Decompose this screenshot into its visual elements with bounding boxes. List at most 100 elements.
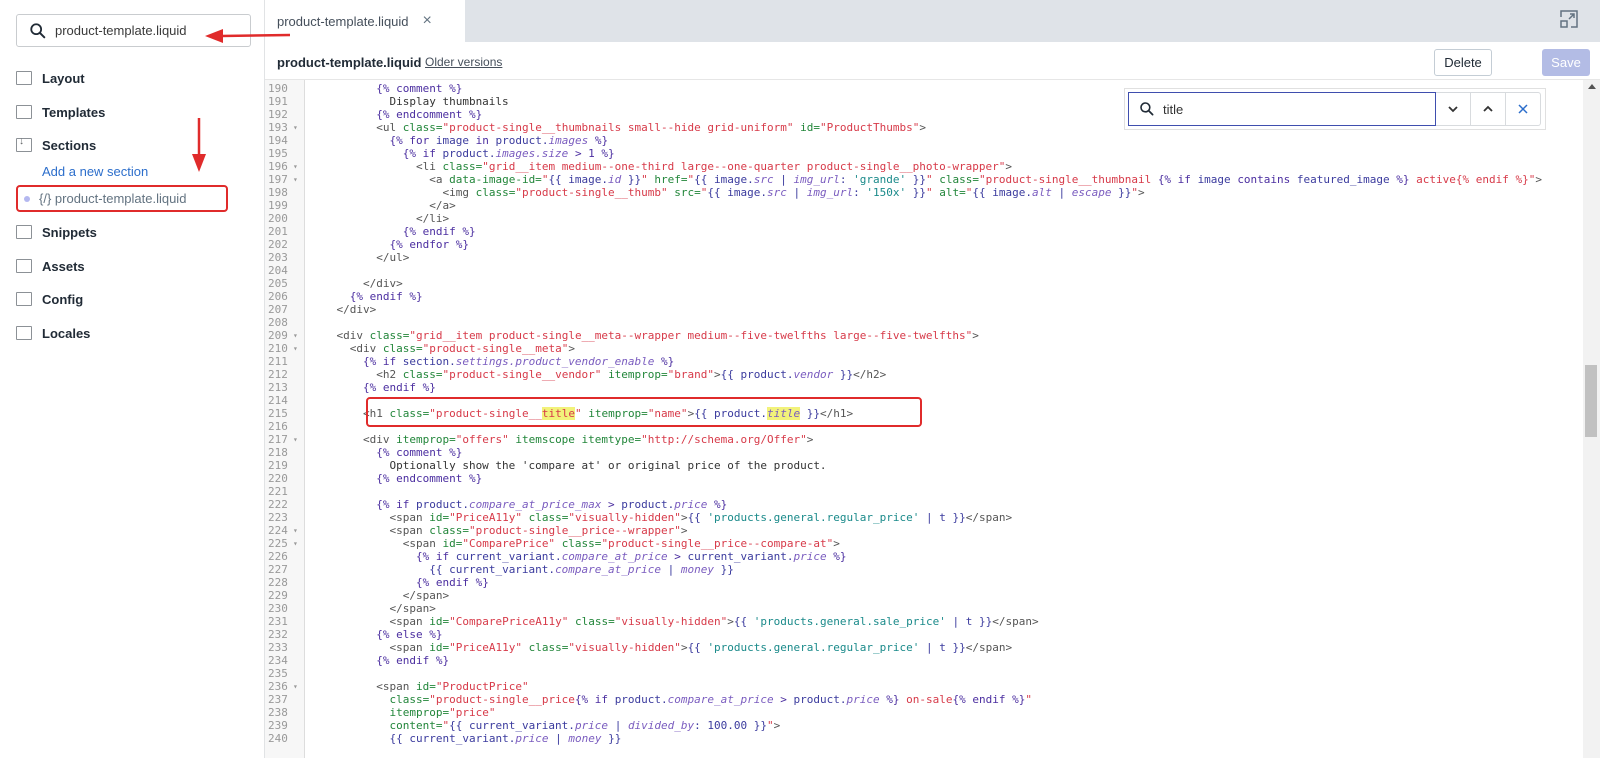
code-line[interactable]: 205 </div> <box>265 277 1583 290</box>
fullscreen-icon[interactable] <box>1560 10 1578 28</box>
delete-button[interactable]: Delete <box>1434 49 1492 76</box>
code-text: {% endcomment %} <box>376 472 483 485</box>
code-line[interactable]: 212 <h2 class="product-single__vendor" i… <box>265 368 1583 381</box>
scrollbar-thumb[interactable] <box>1585 365 1597 437</box>
code-text: {% endif %} <box>402 225 476 238</box>
fold-toggle-icon[interactable]: ▾ <box>293 433 298 446</box>
code-line[interactable]: 199 </a> <box>265 199 1583 212</box>
line-number: 240 <box>268 732 288 745</box>
code-line[interactable]: 222 {% if product.compare_at_price_max >… <box>265 498 1583 511</box>
code-line[interactable]: 228 {% endif %} <box>265 576 1583 589</box>
code-line[interactable]: 229 </span> <box>265 589 1583 602</box>
code-text: <h2 class="product-single__vendor" itemp… <box>376 368 887 381</box>
find-previous-button[interactable] <box>1471 92 1506 126</box>
folder-templates[interactable]: Templates <box>16 102 105 122</box>
file-search-input[interactable] <box>55 23 225 38</box>
folder-label: Locales <box>42 325 91 341</box>
fold-toggle-icon[interactable]: ▾ <box>293 680 298 693</box>
folder-locales[interactable]: Locales <box>16 323 90 343</box>
code-line[interactable]: 198 <img class="product-single__thumb" s… <box>265 186 1583 199</box>
code-line[interactable]: 233 <span id="PriceA11y" class="visually… <box>265 641 1583 654</box>
code-line[interactable]: 213 {% endif %} <box>265 381 1583 394</box>
code-line[interactable]: 230 </span> <box>265 602 1583 615</box>
find-close-button[interactable] <box>1506 92 1541 126</box>
code-line[interactable]: 195 {% if product.images.size > 1 %} <box>265 147 1583 160</box>
line-number: 190 <box>268 82 288 95</box>
line-number: 228 <box>268 576 288 589</box>
code-line[interactable]: 235 <box>265 667 1583 680</box>
folder-label: Layout <box>42 70 85 86</box>
code-line[interactable]: 208 <box>265 316 1583 329</box>
code-line[interactable]: 209 ▾ <div class="grid__item product-sing… <box>265 329 1583 342</box>
modified-dot-icon <box>24 195 30 202</box>
older-versions-link[interactable]: Older versions <box>425 55 502 69</box>
code-line[interactable]: 207 </div> <box>265 303 1583 316</box>
code-line[interactable]: 200 </li> <box>265 212 1583 225</box>
code-text: <span id="ProductPrice" <box>376 680 529 693</box>
fold-toggle-icon[interactable]: ▾ <box>293 524 298 537</box>
line-number: 213 <box>268 381 288 394</box>
code-line[interactable]: 206 {% endif %} <box>265 290 1583 303</box>
code-line[interactable]: 221 <box>265 485 1583 498</box>
fold-toggle-icon[interactable]: ▾ <box>293 160 298 173</box>
fold-toggle-icon[interactable]: ▾ <box>293 121 298 134</box>
folder-label: Snippets <box>42 224 97 240</box>
line-number: 220 <box>268 472 288 485</box>
code-line[interactable]: 194 {% for image in product.images %} <box>265 134 1583 147</box>
find-next-button[interactable] <box>1436 92 1471 126</box>
code-line[interactable]: 238 itemprop="price" <box>265 706 1583 719</box>
code-text: {{ current_variant.compare_at_price | mo… <box>429 563 734 576</box>
code-text: {% if current_variant.compare_at_price >… <box>415 550 847 563</box>
line-number: 210 <box>268 342 288 355</box>
save-button[interactable]: Save <box>1542 49 1590 76</box>
code-line[interactable]: 232 {% else %} <box>265 628 1583 641</box>
code-text: content="{{ current_variant.price | divi… <box>389 719 781 732</box>
line-number: 219 <box>268 459 288 472</box>
code-line[interactable]: 224 ▾ <span class="product-single__price-… <box>265 524 1583 537</box>
line-number: 205 <box>268 277 288 290</box>
folder-snippets[interactable]: Snippets <box>16 222 97 242</box>
fold-toggle-icon[interactable]: ▾ <box>293 342 298 355</box>
code-line[interactable]: 237 class="product-single__price{% if pr… <box>265 693 1583 706</box>
folder-layout[interactable]: Layout <box>16 68 85 88</box>
find-input-box[interactable] <box>1128 92 1436 126</box>
file-item-product-template[interactable]: {/} product-template.liquid <box>16 185 228 212</box>
fold-toggle-icon[interactable]: ▾ <box>293 173 298 186</box>
fold-toggle-icon[interactable]: ▾ <box>293 537 298 550</box>
code-line[interactable]: 197 ▾ <a data-image-id="{{ image.id }}" h… <box>265 173 1583 186</box>
code-line[interactable]: 219 Optionally show the 'compare at' or … <box>265 459 1583 472</box>
code-line[interactable]: 204 <box>265 264 1583 277</box>
add-new-section-link[interactable]: Add a new section <box>42 164 148 179</box>
scroll-up-arrow-icon[interactable] <box>1588 84 1596 89</box>
folder-sections[interactable]: Sections <box>16 135 96 155</box>
close-icon[interactable]: × <box>423 12 432 30</box>
tab-product-template[interactable]: product-template.liquid × <box>265 0 465 42</box>
folder-assets[interactable]: Assets <box>16 256 85 276</box>
code-text: <span id="ComparePriceA11y" class="visua… <box>389 615 1039 628</box>
code-line[interactable]: 217 ▾ <div itemprop="offers" itemscope it… <box>265 433 1583 446</box>
code-line[interactable]: 236 ▾ <span id="ProductPrice" <box>265 680 1583 693</box>
code-line[interactable]: 203 </ul> <box>265 251 1583 264</box>
code-line[interactable]: 227 {{ current_variant.compare_at_price … <box>265 563 1583 576</box>
code-line[interactable]: 223 <span id="PriceA11y" class="visually… <box>265 511 1583 524</box>
code-line[interactable]: 211 {% if section.settings.product_vendo… <box>265 355 1583 368</box>
folder-label: Assets <box>42 258 85 274</box>
vertical-scrollbar[interactable] <box>1583 80 1600 758</box>
line-number: 209 <box>268 329 288 342</box>
find-input[interactable] <box>1163 101 1413 117</box>
code-line[interactable]: 231 <span id="ComparePriceA11y" class="v… <box>265 615 1583 628</box>
code-line[interactable]: 225 ▾ <span id="ComparePrice" class="prod… <box>265 537 1583 550</box>
code-line[interactable]: 234 {% endif %} <box>265 654 1583 667</box>
code-line[interactable]: 202 {% endfor %} <box>265 238 1583 251</box>
code-line[interactable]: 220 {% endcomment %} <box>265 472 1583 485</box>
fold-toggle-icon[interactable]: ▾ <box>293 329 298 342</box>
code-line[interactable]: 210 ▾ <div class="product-single__meta"> <box>265 342 1583 355</box>
code-line[interactable]: 218 {% comment %} <box>265 446 1583 459</box>
folder-config[interactable]: Config <box>16 289 83 309</box>
line-number: 238 <box>268 706 288 719</box>
code-line[interactable]: 226 {% if current_variant.compare_at_pri… <box>265 550 1583 563</box>
code-line[interactable]: 196 ▾ <li class="grid__item medium--one-t… <box>265 160 1583 173</box>
code-line[interactable]: 201 {% endif %} <box>265 225 1583 238</box>
code-line[interactable]: 240 {{ current_variant.price | money }} <box>265 732 1583 745</box>
code-line[interactable]: 239 content="{{ current_variant.price | … <box>265 719 1583 732</box>
